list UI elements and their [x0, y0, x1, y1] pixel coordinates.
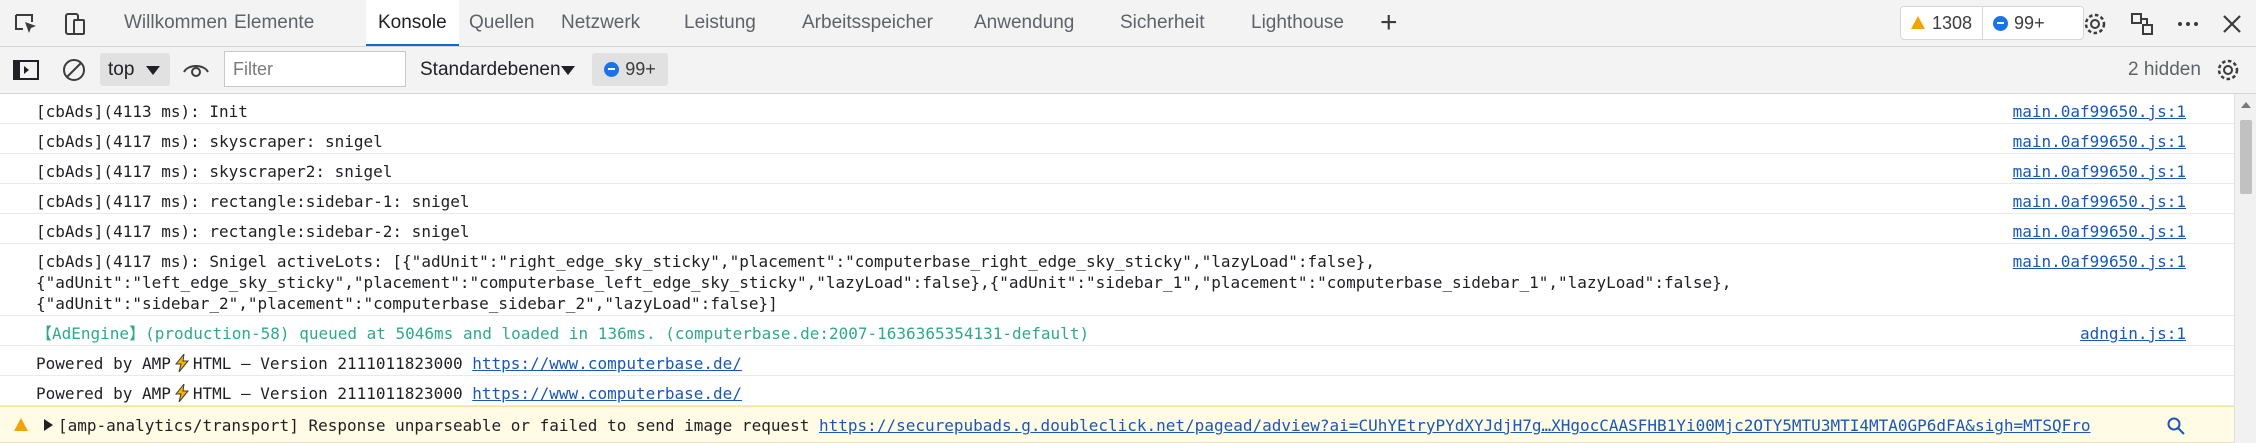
expand-arrow-icon[interactable]	[44, 419, 53, 431]
url-link[interactable]: https://securepubads.g.doubleclick.net/p…	[819, 416, 2091, 435]
device-emulation-icon[interactable]	[60, 10, 88, 38]
message-text-line: {"adUnit":"sidebar_2","placement":"compu…	[36, 294, 778, 313]
log-levels-label: Standardebenen	[420, 59, 561, 80]
scrollbar[interactable]	[2234, 94, 2256, 443]
chevron-down-icon	[146, 66, 160, 75]
warning-text: [amp-analytics/transport] Response unpar…	[58, 416, 810, 435]
context-select[interactable]: top	[100, 53, 170, 86]
source-link[interactable]: main.0af99650.js:1	[2013, 101, 2186, 122]
bolt-icon	[174, 384, 189, 402]
console-message: 【AdEngine】(production-58) queued at 5046…	[0, 316, 2234, 346]
console-message: [cbAds](4117 ms): skyscraper: snigel mai…	[0, 124, 2234, 154]
message-text: [cbAds](4117 ms): rectangle:sidebar-2: s…	[36, 222, 470, 241]
source-link[interactable]: main.0af99650.js:1	[2013, 191, 2186, 212]
console-message: Powered by AMP HTML – Version 21110118230…	[0, 376, 2234, 406]
url-link[interactable]: https://www.computerbase.de/	[472, 354, 742, 373]
scroll-up-arrow-icon[interactable]	[2241, 102, 2251, 108]
tab-quellen[interactable]: Quellen	[469, 0, 535, 46]
context-value: top	[108, 59, 135, 80]
message-text: Powered by AMP HTML – Version 21110118230…	[36, 383, 742, 404]
message-text: [cbAds](4113 ms): Init	[36, 102, 248, 121]
message-suffix: HTML – Version 2111011823000	[192, 384, 463, 403]
tab-arbeitsspeicher[interactable]: Arbeitsspeicher	[802, 0, 933, 46]
message-text: [cbAds](4117 ms): skyscraper: snigel	[36, 132, 383, 151]
message-text-line: {"adUnit":"left_edge_sky_sticky","placem…	[36, 273, 1732, 292]
warning-count: 1308	[1932, 12, 1973, 33]
gear-icon[interactable]	[2214, 56, 2242, 84]
message-text: [cbAds](4117 ms): skyscraper2: snigel	[36, 162, 393, 181]
message-text-line: [cbAds](4117 ms): Snigel activeLots: [{"…	[36, 252, 1375, 271]
source-link[interactable]: main.0af99650.js:1	[2013, 131, 2186, 152]
sidebar-icon[interactable]	[12, 56, 40, 84]
message-icon	[1993, 15, 2009, 31]
message-text: [cbAds](4117 ms): rectangle:sidebar-1: s…	[36, 192, 470, 211]
source-link[interactable]: adngin.js:1	[2080, 323, 2186, 344]
tab-konsole[interactable]: Konsole	[366, 0, 459, 46]
console-message: [cbAds](4117 ms): Snigel activeLots: [{"…	[0, 244, 2234, 316]
source-link[interactable]: main.0af99650.js:1	[2013, 161, 2186, 182]
source-link[interactable]: main.0af99650.js:1	[2013, 221, 2186, 242]
console-message: [cbAds](4113 ms): Init main.0af99650.js:…	[0, 94, 2234, 124]
message-count: 99+	[2014, 12, 2045, 33]
tab-netzwerk[interactable]: Netzwerk	[561, 0, 640, 46]
more-icon[interactable]	[2174, 10, 2202, 38]
close-icon[interactable]	[2218, 10, 2246, 38]
devtools-tabbar: Willkommen Elemente Konsole Quellen Netz…	[0, 0, 2256, 47]
console-message: [cbAds](4117 ms): rectangle:sidebar-1: s…	[0, 184, 2234, 214]
warning-icon	[1911, 15, 1925, 29]
message-counter[interactable]: 99+	[1983, 7, 2055, 39]
message-text: Powered by AMP HTML – Version 21110118230…	[36, 353, 742, 374]
search-icon[interactable]	[2166, 416, 2186, 441]
clear-icon[interactable]	[60, 56, 88, 84]
scrollbar-thumb[interactable]	[2240, 120, 2252, 194]
tab-leistung[interactable]: Leistung	[684, 0, 756, 46]
console-messages: [cbAds](4113 ms): Init main.0af99650.js:…	[0, 94, 2234, 443]
url-link[interactable]: https://www.computerbase.de/	[472, 384, 742, 403]
console-warning-message: [amp-analytics/transport] Response unpar…	[0, 406, 2234, 443]
console-toolbar: top Standardebenen 99+ 2 hidden	[0, 47, 2256, 94]
inspect-icon[interactable]	[12, 10, 40, 38]
console-message: Powered by AMP HTML – Version 21110118230…	[0, 346, 2234, 376]
plus-icon[interactable]: +	[1380, 8, 1398, 38]
gear-icon[interactable]	[2081, 10, 2109, 38]
message-prefix: Powered by AMP	[36, 354, 171, 373]
message-count: 99+	[625, 59, 656, 79]
message-text: 【AdEngine】(production-58) queued at 5046…	[36, 324, 1090, 343]
message-icon	[604, 62, 620, 77]
chevron-down-icon	[561, 66, 575, 75]
tab-elemente[interactable]: Elemente	[234, 0, 314, 46]
tab-lighthouse[interactable]: Lighthouse	[1251, 0, 1344, 46]
message-text: [amp-analytics/transport] Response unpar…	[58, 415, 2091, 436]
warning-icon	[14, 418, 28, 431]
bolt-icon	[174, 354, 189, 372]
console-message: [cbAds](4117 ms): rectangle:sidebar-2: s…	[0, 214, 2234, 244]
tab-sicherheit[interactable]: Sicherheit	[1120, 0, 1205, 46]
tab-willkommen[interactable]: Willkommen	[124, 0, 227, 46]
eye-icon[interactable]	[182, 56, 210, 84]
hidden-count: 2 hidden	[2128, 59, 2201, 80]
message-prefix: Powered by AMP	[36, 384, 171, 403]
warning-counter[interactable]: 1308	[1901, 7, 1984, 39]
message-count-button[interactable]: 99+	[592, 53, 668, 86]
message-suffix: HTML – Version 2111011823000	[192, 354, 463, 373]
console-message: [cbAds](4117 ms): skyscraper2: snigel ma…	[0, 154, 2234, 184]
tab-anwendung[interactable]: Anwendung	[974, 0, 1074, 46]
issues-counters[interactable]: 1308 99+	[1900, 6, 2084, 40]
filter-input[interactable]	[224, 51, 406, 87]
source-link[interactable]: main.0af99650.js:1	[2013, 251, 2186, 272]
log-levels-dropdown[interactable]: Standardebenen	[420, 53, 575, 86]
connect-icon[interactable]	[2128, 10, 2156, 38]
